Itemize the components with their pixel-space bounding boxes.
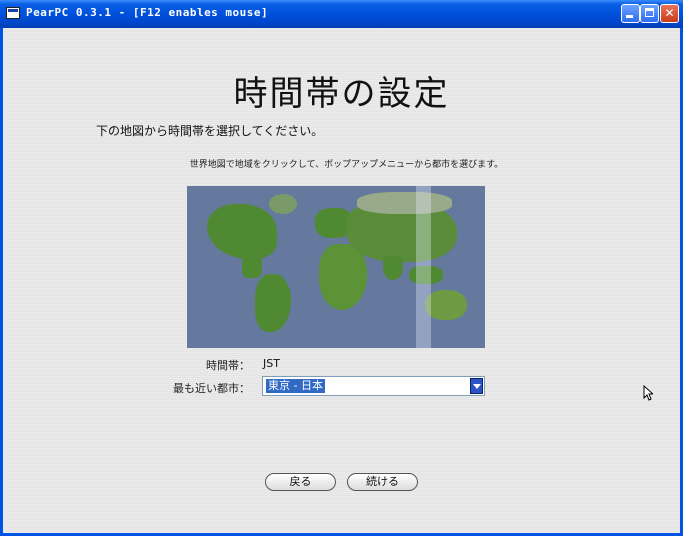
africa (319, 244, 367, 310)
page-title: 時間帯の設定 (233, 74, 450, 114)
nearest-city-label: 最も近い都市： (173, 382, 250, 395)
siberia (357, 192, 452, 214)
mouse-cursor-icon (643, 385, 653, 401)
selected-city: 東京 - 日本 (266, 379, 325, 393)
close-icon: ✕ (664, 6, 675, 20)
timezone-label: 時間帯： (206, 359, 250, 372)
greenland (269, 194, 297, 214)
north-america (207, 204, 277, 259)
instruction-text: 下の地図から時間帯を選択してください。 (96, 124, 324, 138)
map-hint-text: 世界地図で地域をクリックして、ポップアップメニューから都市を選びます。 (189, 160, 504, 170)
installer-pane: 時間帯の設定 下の地図から時間帯を選択してください。 世界地図で地域をクリックし… (3, 28, 680, 533)
app-icon (6, 7, 20, 19)
south-america (255, 274, 291, 332)
minimize-icon (626, 15, 633, 18)
selected-timezone-band (416, 186, 431, 348)
australia (425, 290, 467, 320)
close-button[interactable]: ✕ (660, 4, 679, 23)
maximize-button[interactable] (640, 4, 659, 23)
minimize-button[interactable] (621, 4, 640, 23)
app-window: PearPC 0.3.1 - [F12 enables mouse] ✕ 時間帯… (0, 0, 683, 536)
title-bar[interactable]: PearPC 0.3.1 - [F12 enables mouse] ✕ (0, 0, 683, 28)
window-title: PearPC 0.3.1 - [F12 enables mouse] (26, 6, 269, 19)
nearest-city-select[interactable]: 東京 - 日本 (262, 376, 485, 396)
india (383, 256, 403, 280)
maximize-icon (645, 8, 654, 17)
chevron-down-icon[interactable] (470, 378, 483, 394)
world-map[interactable] (187, 186, 485, 348)
back-button[interactable]: 戻る (265, 473, 336, 491)
central-america (242, 254, 262, 278)
continue-button[interactable]: 続ける (347, 473, 418, 491)
timezone-value: JST (263, 357, 280, 370)
